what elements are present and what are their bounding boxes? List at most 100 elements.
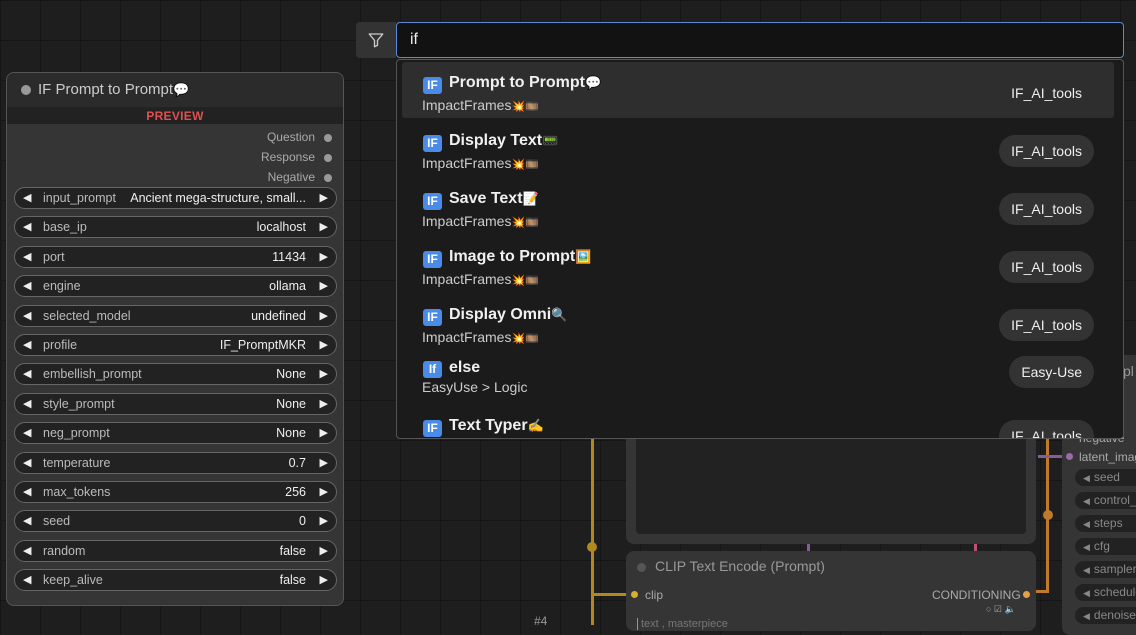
result-name: Display Text📟 — [449, 132, 558, 150]
if-prompt-to-prompt-node[interactable]: IF Prompt to Prompt💬 PREVIEW Question Re… — [6, 72, 344, 606]
result-name-text: else — [449, 359, 481, 376]
widget-profile[interactable]: ◀ profile IF_PromptMKR ▶ — [14, 334, 337, 356]
search-result-item[interactable]: IF Display Text📟 ImpactFrames💥🎞️ IF_AI_tool… — [402, 120, 1114, 176]
search-result-item[interactable]: IF Display Omni🔍 ImpactFrames💥🎞️ IF_AI_tool… — [402, 294, 1114, 350]
widget-value: 0.7 — [288, 456, 306, 470]
result-name-text: Prompt to Prompt — [449, 74, 585, 91]
node-pack-icon: IF — [423, 77, 442, 94]
filter-button[interactable] — [356, 22, 396, 58]
decrement-arrow-icon[interactable]: ◀ — [23, 250, 31, 263]
node-collapse-dot[interactable] — [21, 85, 31, 95]
node-pack-icon: IF — [423, 251, 442, 268]
increment-arrow-icon[interactable]: ▶ — [320, 250, 328, 263]
widget-neg-prompt[interactable]: ◀ neg_prompt None ▶ — [14, 422, 337, 444]
clip-input-port[interactable] — [631, 591, 638, 598]
increment-arrow-icon[interactable]: ▶ — [320, 309, 328, 322]
increment-arrow-icon[interactable]: ▶ — [320, 573, 328, 586]
widget-port[interactable]: ◀ port 11434 ▶ — [14, 246, 337, 268]
widget-value: false — [279, 573, 306, 587]
widget-seed[interactable]: ◀ seed 0 ▶ — [14, 510, 337, 532]
result-source-badge: Easy-Use — [1009, 356, 1094, 388]
decrement-arrow-icon[interactable]: ◀ — [23, 279, 31, 292]
search-result-item[interactable]: IF Image to Prompt🖼️ ImpactFrames💥🎞️ IF_AI_… — [402, 236, 1114, 292]
output-port[interactable] — [324, 154, 332, 162]
search-results-list[interactable]: IF Prompt to Prompt💬 ImpactFrames💥🎞️ IF_AI_… — [396, 59, 1124, 439]
decrement-arrow-icon[interactable]: ◀ — [23, 338, 31, 351]
widget-selected-model[interactable]: ◀ selected_model undefined ▶ — [14, 305, 337, 327]
increment-arrow-icon[interactable]: ▶ — [320, 191, 328, 204]
increment-arrow-icon[interactable]: ▶ — [320, 544, 328, 557]
ksampler-widget-control[interactable]: ◀ control_ — [1075, 492, 1136, 509]
decrement-arrow-icon[interactable]: ◀ — [23, 191, 31, 204]
increment-arrow-icon[interactable]: ▶ — [320, 485, 328, 498]
widget-base-ip[interactable]: ◀ base_ip localhost ▶ — [14, 216, 337, 238]
decrement-arrow-icon[interactable]: ◀ — [23, 514, 31, 527]
output-port[interactable] — [324, 134, 332, 142]
node-pack-icon: IF — [423, 309, 442, 326]
widget-style-prompt[interactable]: ◀ style_prompt None ▶ — [14, 393, 337, 415]
decrement-arrow-icon[interactable]: ◀ — [23, 367, 31, 380]
node-pack-icon: If — [423, 361, 442, 378]
widget-value: None — [276, 426, 306, 440]
result-category: ImpactFrames💥🎞️ — [422, 271, 539, 287]
decrement-arrow-icon[interactable]: ◀ — [23, 397, 31, 410]
search-result-item[interactable]: If else EasyUse > Logic Easy-Use — [402, 350, 1114, 406]
widget-value: ollama — [269, 279, 306, 293]
increment-arrow-icon[interactable]: ▶ — [320, 279, 328, 292]
increment-arrow-icon[interactable]: ▶ — [320, 397, 328, 410]
widget-value: false — [279, 544, 306, 558]
result-category-text: ImpactFrames — [422, 329, 512, 345]
decrement-arrow-icon[interactable]: ◀ — [23, 573, 31, 586]
increment-arrow-icon[interactable]: ▶ — [320, 426, 328, 439]
decrement-arrow-icon[interactable]: ◀ — [23, 485, 31, 498]
ksampler-latent-input: latent_imag — [1079, 450, 1136, 464]
node-title-bar[interactable]: IF Prompt to Prompt💬 — [7, 73, 343, 108]
increment-arrow-icon[interactable]: ▶ — [320, 514, 328, 527]
node-search-input[interactable] — [396, 22, 1124, 58]
widget-value: IF_PromptMKR — [219, 338, 306, 352]
result-category: ImpactFrames💥🎞️ — [422, 329, 539, 345]
result-name: Prompt to Prompt💬 — [449, 74, 601, 92]
latent-input-port[interactable] — [1066, 453, 1073, 460]
widget-keep-alive[interactable]: ◀ keep_alive false ▶ — [14, 569, 337, 591]
ksampler-widget-cfg[interactable]: ◀ cfg — [1075, 538, 1136, 555]
link-reroute-dot[interactable] — [1043, 510, 1053, 520]
search-result-item[interactable]: IF Save Text📝 ImpactFrames💥🎞️ IF_AI_tools — [402, 178, 1114, 234]
widget-embellish-prompt[interactable]: ◀ embellish_prompt None ▶ — [14, 363, 337, 385]
decrement-arrow-icon[interactable]: ◀ — [23, 544, 31, 557]
ksampler-widget-sampler[interactable]: ◀sampler_ — [1075, 561, 1136, 578]
increment-arrow-icon[interactable]: ▶ — [320, 220, 328, 233]
ksampler-title-fragment: pl — [1123, 363, 1134, 379]
decrement-arrow-icon[interactable]: ◀ — [23, 220, 31, 233]
ksampler-widget-denoise[interactable]: ◀ denoise — [1075, 607, 1136, 624]
widget-engine[interactable]: ◀ engine ollama ▶ — [14, 275, 337, 297]
widget-temperature[interactable]: ◀ temperature 0.7 ▶ — [14, 452, 337, 474]
increment-arrow-icon[interactable]: ▶ — [320, 338, 328, 351]
result-category: ImpactFrames💥🎞️ — [422, 97, 539, 113]
search-result-item[interactable]: IF Text Typer✍️ IF_AI_tools — [402, 405, 1114, 438]
result-emoji-icon: 📟 — [542, 133, 559, 148]
ksampler-widget-steps[interactable]: ◀ steps — [1075, 515, 1136, 532]
result-source-badge: IF_AI_tools — [999, 135, 1094, 167]
conditioning-output-port[interactable] — [1023, 591, 1030, 598]
search-result-item[interactable]: IF Prompt to Prompt💬 ImpactFrames💥🎞️ IF_AI_… — [402, 62, 1114, 118]
widget-label: neg_prompt — [43, 426, 110, 440]
widget-input-prompt[interactable]: ◀ input_prompt Ancient mega-structure, sma… — [14, 187, 337, 209]
result-name: Display Omni🔍 — [449, 306, 567, 324]
output-port[interactable] — [324, 174, 332, 182]
widget-label: engine — [43, 279, 81, 293]
decrement-arrow-icon[interactable]: ◀ — [23, 456, 31, 469]
decrement-arrow-icon[interactable]: ◀ — [23, 426, 31, 439]
link-reroute-dot[interactable] — [587, 542, 597, 552]
widget-label: input_prompt — [43, 191, 116, 205]
increment-arrow-icon[interactable]: ▶ — [320, 367, 328, 380]
widget-random[interactable]: ◀ random false ▶ — [14, 540, 337, 562]
widget-max-tokens[interactable]: ◀ max_tokens 256 ▶ — [14, 481, 337, 503]
ksampler-widget-seed[interactable]: ◀ seed — [1075, 469, 1136, 486]
increment-arrow-icon[interactable]: ▶ — [320, 456, 328, 469]
decrement-arrow-icon[interactable]: ◀ — [23, 309, 31, 322]
result-category: ImpactFrames💥🎞️ — [422, 213, 539, 229]
widget-label: embellish_prompt — [43, 367, 142, 381]
ksampler-widget-scheduler[interactable]: ◀schedule — [1075, 584, 1136, 601]
node-collapse-dot[interactable] — [637, 563, 646, 572]
